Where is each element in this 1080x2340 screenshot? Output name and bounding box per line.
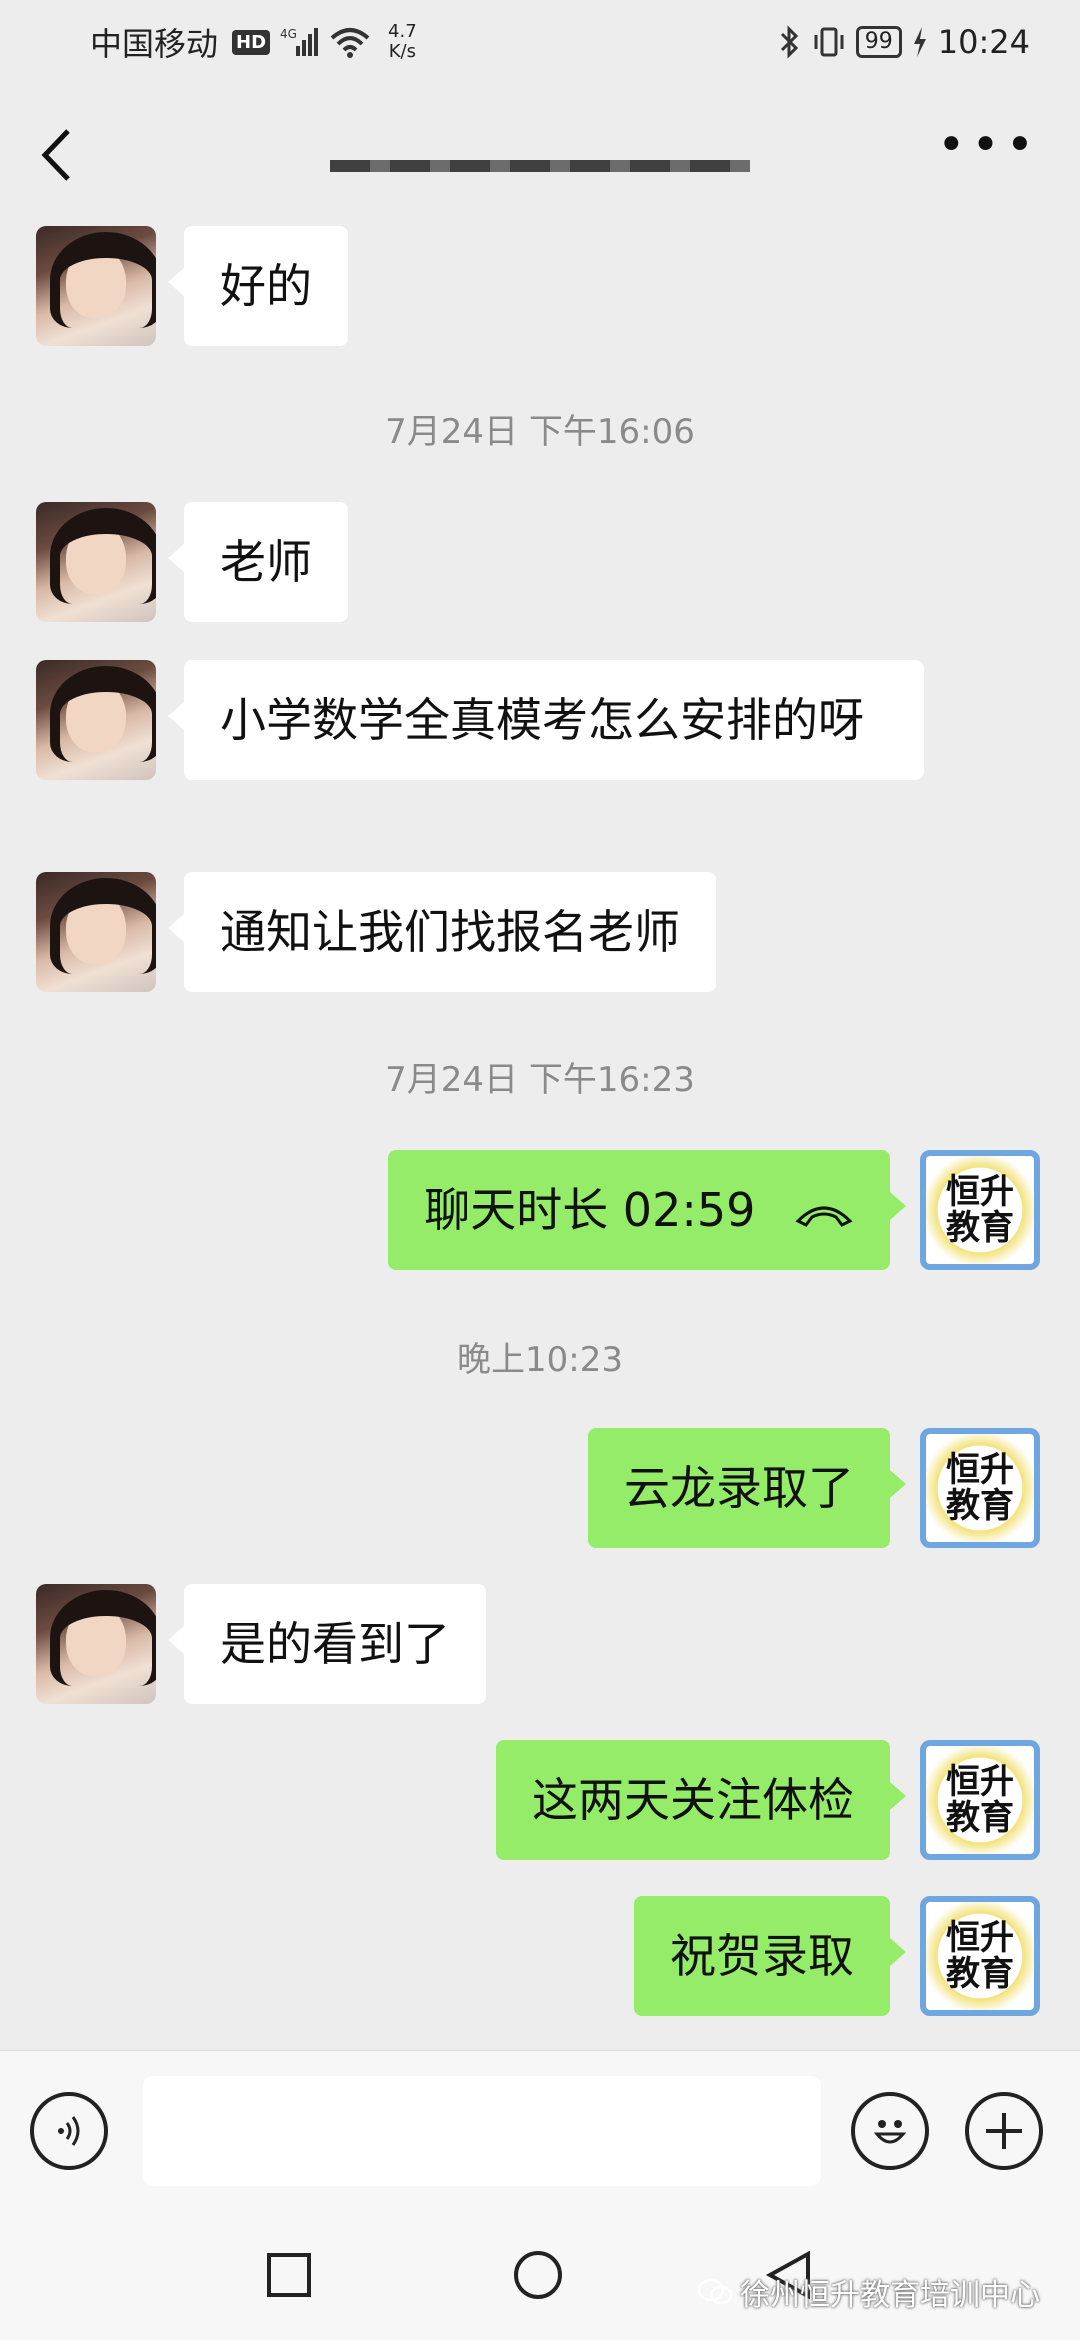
wifi-icon bbox=[330, 28, 370, 58]
self-avatar-logo[interactable]: 恒升 教育 bbox=[920, 1740, 1040, 1860]
message-row: 是的看到了 bbox=[36, 1584, 486, 1704]
timestamp: 7月24日 下午16:23 bbox=[385, 1060, 695, 1100]
contact-avatar[interactable] bbox=[36, 660, 156, 780]
message-bubble[interactable]: 祝贺录取 bbox=[634, 1896, 906, 2016]
voice-input-button[interactable] bbox=[30, 2091, 108, 2170]
self-avatar-logo[interactable]: 恒升 教育 bbox=[920, 1150, 1040, 1270]
chat-title-blurred bbox=[330, 160, 750, 172]
status-bar: 中国移动 HD 4G 4.7 K/s 99 10:24 bbox=[0, 0, 1080, 84]
message-bubble[interactable]: 小学数学全真模考怎么安排的呀 bbox=[168, 660, 924, 780]
hd-badge: HD bbox=[232, 29, 271, 55]
back-arrow-icon[interactable] bbox=[40, 125, 80, 185]
battery-level: 99 bbox=[855, 26, 902, 58]
home-icon[interactable] bbox=[512, 2249, 564, 2301]
message-row: 祝贺录取 恒升 教育 bbox=[634, 1896, 1040, 2016]
message-bubble[interactable]: 通知让我们找报名老师 bbox=[168, 872, 716, 992]
timestamp: 7月24日 下午16:06 bbox=[385, 412, 695, 452]
message-row: 聊天时长 02:59 恒升 教育 bbox=[388, 1150, 1040, 1270]
call-duration-bubble[interactable]: 聊天时长 02:59 bbox=[388, 1150, 906, 1270]
chat-header: ••• bbox=[0, 100, 1080, 210]
message-row: 小学数学全真模考怎么安排的呀 bbox=[36, 660, 924, 780]
timestamp: 晚上10:23 bbox=[457, 1340, 623, 1380]
self-avatar-logo[interactable]: 恒升 教育 bbox=[920, 1896, 1040, 2016]
message-row: 这两天关注体检 恒升 教育 bbox=[496, 1740, 1040, 1860]
message-bubble[interactable]: 云龙录取了 bbox=[588, 1428, 906, 1548]
message-bubble[interactable]: 这两天关注体检 bbox=[496, 1740, 906, 1860]
call-duration-text: 聊天时长 02:59 bbox=[424, 1183, 756, 1237]
message-bubble[interactable]: 是的看到了 bbox=[168, 1584, 486, 1704]
emoji-icon bbox=[873, 2119, 907, 2143]
wechat-icon bbox=[698, 2278, 732, 2305]
svg-text:4G: 4G bbox=[280, 27, 297, 41]
voice-icon bbox=[58, 2115, 80, 2146]
contact-avatar[interactable] bbox=[36, 1584, 156, 1704]
message-input[interactable] bbox=[143, 2075, 821, 2186]
contact-avatar[interactable] bbox=[36, 502, 156, 622]
emoji-button[interactable] bbox=[851, 2091, 929, 2170]
recent-apps-icon[interactable] bbox=[266, 2252, 312, 2298]
contact-avatar[interactable] bbox=[36, 226, 156, 346]
contact-avatar[interactable] bbox=[36, 872, 156, 992]
message-row: 老师 bbox=[36, 502, 348, 622]
charging-icon bbox=[913, 27, 926, 57]
signal-icon: 4G bbox=[280, 27, 319, 56]
bluetooth-icon bbox=[780, 25, 798, 59]
message-row: 云龙录取了 恒升 教育 bbox=[588, 1428, 1040, 1548]
vibrate-icon bbox=[814, 27, 844, 57]
watermark: 徐州恒升教育培训中心 bbox=[698, 2270, 1040, 2314]
self-avatar-logo[interactable]: 恒升 教育 bbox=[920, 1428, 1040, 1548]
plus-icon bbox=[986, 2112, 1022, 2149]
message-bubble[interactable]: 老师 bbox=[168, 502, 348, 622]
carrier-name: 中国移动 bbox=[90, 25, 219, 63]
more-functions-button[interactable] bbox=[965, 2091, 1043, 2170]
phone-hangup-icon bbox=[795, 1206, 853, 1227]
more-icon[interactable]: ••• bbox=[937, 121, 1040, 175]
network-speed: 4.7 K/s bbox=[388, 21, 417, 62]
message-row: 通知让我们找报名老师 bbox=[36, 872, 716, 992]
clock: 10:24 bbox=[937, 23, 1030, 61]
message-bubble[interactable]: 好的 bbox=[168, 226, 348, 346]
input-bar bbox=[0, 2050, 1080, 2210]
message-row: 好的 bbox=[36, 226, 348, 346]
